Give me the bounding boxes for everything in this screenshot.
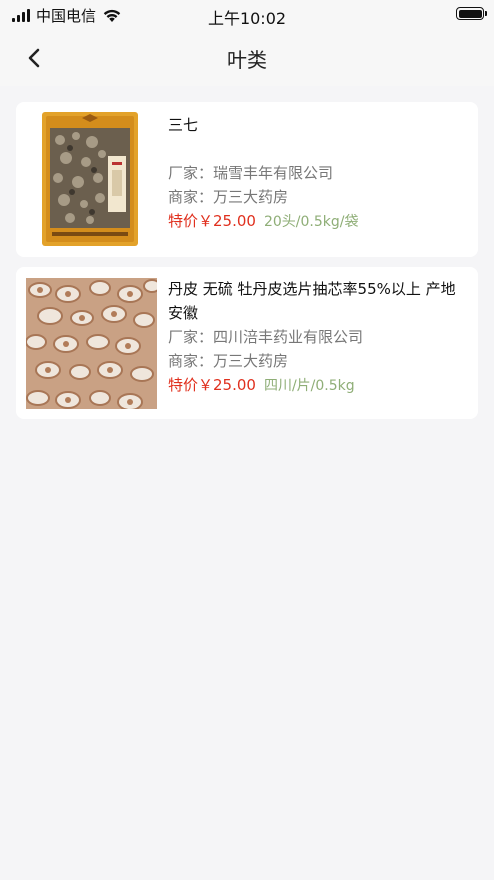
merchant-row: 商家：万三大药房 <box>168 349 466 373</box>
special-price: 特价￥25.00 <box>168 212 256 230</box>
battery-icon <box>456 7 487 20</box>
product-info: 三七 厂家：瑞雪丰年有限公司 商家：万三大药房 特价￥25.00 20头/0.5… <box>168 113 466 234</box>
product-card[interactable]: 三七 厂家：瑞雪丰年有限公司 商家：万三大药房 特价￥25.00 20头/0.5… <box>16 102 478 257</box>
status-bar: 中国电信 上午10:02 <box>0 0 494 30</box>
product-image <box>42 112 138 246</box>
manufacturer-value: 四川涪丰药业有限公司 <box>213 328 364 346</box>
merchant-label: 商家： <box>168 188 214 206</box>
manufacturer-row: 厂家：四川涪丰药业有限公司 <box>168 325 466 349</box>
merchant-row: 商家：万三大药房 <box>168 185 466 209</box>
merchant-label: 商家： <box>168 352 214 370</box>
merchant-value: 万三大药房 <box>213 188 289 206</box>
product-card[interactable]: 丹皮 无硫 牡丹皮选片抽芯率55%以上 产地 安徽 厂家：四川涪丰药业有限公司 … <box>16 267 478 419</box>
product-image <box>26 278 157 409</box>
manufacturer-value: 瑞雪丰年有限公司 <box>213 164 334 182</box>
merchant-value: 万三大药房 <box>213 352 289 370</box>
product-info: 丹皮 无硫 牡丹皮选片抽芯率55%以上 产地 安徽 厂家：四川涪丰药业有限公司 … <box>168 277 466 398</box>
manufacturer-row: 厂家：瑞雪丰年有限公司 <box>168 161 466 185</box>
product-list: 三七 厂家：瑞雪丰年有限公司 商家：万三大药房 特价￥25.00 20头/0.5… <box>16 102 478 429</box>
status-time: 上午10:02 <box>207 9 287 28</box>
special-price: 特价￥25.00 <box>168 376 256 394</box>
product-spec: 20头/0.5kg/袋 <box>263 214 359 230</box>
price-row: 特价￥25.00 四川/片/0.5kg <box>168 373 466 398</box>
manufacturer-label: 厂家： <box>168 164 214 182</box>
navigation-bar: 叶类 <box>0 30 494 86</box>
page-title: 叶类 <box>227 48 267 72</box>
price-row: 特价￥25.00 20头/0.5kg/袋 <box>168 209 466 234</box>
manufacturer-label: 厂家： <box>168 328 214 346</box>
product-spec: 四川/片/0.5kg <box>263 378 355 394</box>
product-name: 丹皮 无硫 牡丹皮选片抽芯率55%以上 产地 安徽 <box>168 280 456 322</box>
product-name: 三七 <box>168 116 199 134</box>
